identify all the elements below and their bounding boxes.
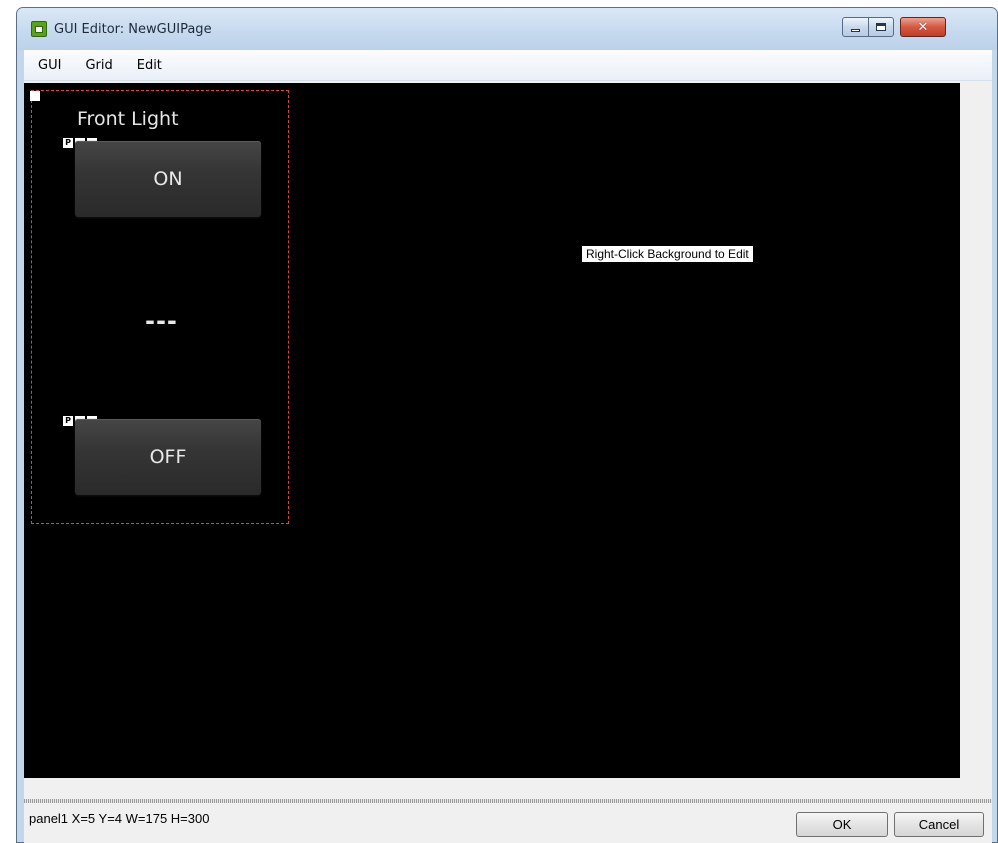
minimize-button[interactable] [842, 17, 869, 37]
menu-bar: GUI Grid Edit [24, 50, 992, 81]
design-canvas[interactable]: Front Light P ON --- P OFF Right-Click B… [24, 83, 960, 778]
maximize-button[interactable] [868, 17, 894, 37]
panel-resize-handle[interactable] [30, 91, 40, 101]
status-separator [24, 799, 992, 803]
client-area: GUI Grid Edit Front Light P ON --- P OFF… [24, 50, 992, 843]
separator-label[interactable]: --- [145, 307, 178, 335]
cancel-button[interactable]: Cancel [894, 812, 984, 837]
maximize-icon [876, 23, 886, 31]
panel-title-label[interactable]: Front Light [77, 108, 179, 130]
canvas-margin [960, 83, 992, 778]
title-bar[interactable]: GUI Editor: NewGUIPage ✕ [17, 8, 997, 50]
edit-hint-label: Right-Click Background to Edit [582, 246, 753, 262]
menu-edit[interactable]: Edit [135, 56, 164, 75]
selected-panel[interactable]: Front Light P ON --- P OFF [30, 90, 289, 524]
property-handle[interactable]: P [63, 138, 73, 148]
menu-gui[interactable]: GUI [36, 56, 63, 75]
off-button[interactable]: OFF [75, 419, 261, 495]
on-button[interactable]: ON [75, 141, 261, 217]
close-icon: ✕ [917, 19, 929, 35]
menu-grid[interactable]: Grid [83, 56, 114, 75]
status-text: panel1 X=5 Y=4 W=175 H=300 [29, 811, 210, 826]
gui-editor-window: GUI Editor: NewGUIPage ✕ GUI Grid Edit F… [16, 7, 998, 843]
app-window-icon [31, 21, 47, 37]
ok-button[interactable]: OK [796, 812, 888, 837]
close-button[interactable]: ✕ [900, 17, 946, 37]
property-handle[interactable]: P [63, 416, 73, 426]
window-title: GUI Editor: NewGUIPage [54, 22, 212, 37]
minimize-icon [851, 28, 860, 32]
